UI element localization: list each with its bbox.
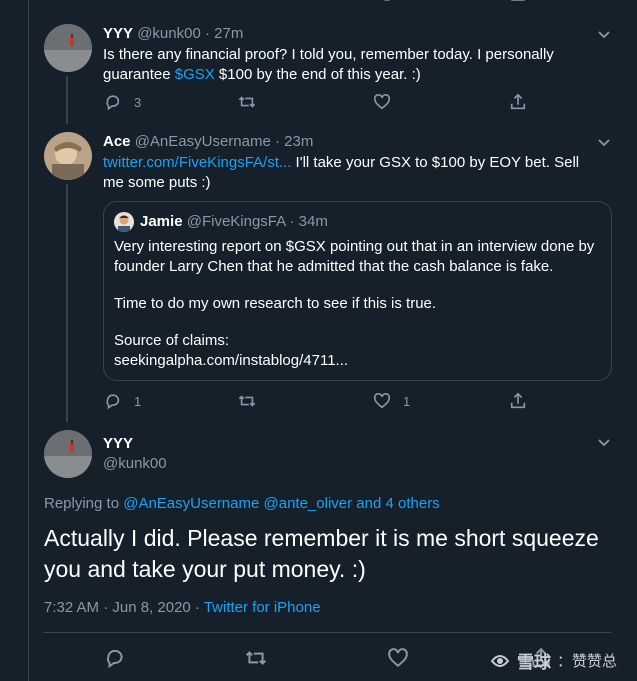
- avatar[interactable]: [44, 24, 92, 72]
- like-count: 1: [403, 393, 411, 409]
- reply-icon: [106, 95, 120, 111]
- retweet-button[interactable]: [238, 392, 256, 410]
- handle[interactable]: @kunk00: [137, 25, 201, 42]
- chevron-down-icon[interactable]: [597, 28, 611, 42]
- reply-button[interactable]: 1: [104, 392, 141, 410]
- quoted-paragraph: seekingalpha.com/instablog/4711...: [114, 352, 349, 369]
- tweet-header: Ace @AnEasyUsername · 23m: [103, 133, 313, 150]
- like-button[interactable]: [373, 93, 391, 111]
- share-button[interactable]: [509, 93, 527, 111]
- separator: ·: [275, 133, 280, 150]
- replying-to: Replying to @AnEasyUsername @ante_oliver…: [44, 495, 440, 512]
- reply-count: 1: [134, 393, 142, 409]
- quoted-paragraph: Very interesting report on $GSX pointing…: [114, 238, 595, 275]
- chevron-down-icon[interactable]: [597, 136, 611, 150]
- divider: [43, 632, 611, 633]
- like-button[interactable]: 1: [373, 392, 410, 410]
- share-button[interactable]: [509, 392, 527, 410]
- quoted-paragraph: Source of claims:: [114, 332, 230, 349]
- display-name[interactable]: YYY: [103, 25, 133, 42]
- quoted-tweet-card[interactable]: Jamie @FiveKingsFA · 34m Very interestin…: [103, 201, 612, 381]
- watermark-suffix: ：赞赞总: [556, 653, 617, 670]
- display-name[interactable]: Jamie: [140, 213, 183, 230]
- share-icon: [510, 93, 526, 110]
- quoted-header: Jamie @FiveKingsFA · 34m: [140, 213, 328, 230]
- handle[interactable]: @AnEasyUsername: [135, 133, 271, 150]
- client-link[interactable]: Twitter for iPhone: [204, 599, 321, 616]
- heart-icon: [373, 392, 391, 409]
- timestamp[interactable]: 27m: [214, 25, 243, 42]
- others-link[interactable]: 4 others: [385, 495, 439, 512]
- watermark-brand: 雪球: [516, 653, 551, 672]
- replying-users-link[interactable]: @AnEasyUsername @ante_oliver: [123, 495, 352, 512]
- avatar[interactable]: [44, 132, 92, 180]
- snowball-logo-icon: [490, 654, 510, 667]
- retweet-icon: [238, 395, 256, 407]
- retweet-icon: [245, 651, 267, 665]
- like-button[interactable]: [387, 647, 409, 669]
- handle: @FiveKingsFA: [186, 213, 286, 230]
- separator: ·: [289, 213, 295, 230]
- retweet-icon: [238, 96, 256, 108]
- reply-icon: [107, 649, 123, 669]
- reply-icon: [106, 394, 120, 410]
- quoted-text: Very interesting report on $GSX pointing…: [114, 237, 599, 371]
- separator: ·: [204, 25, 210, 42]
- cashtag-link[interactable]: $GSX: [175, 66, 215, 83]
- quoted-tweet-link[interactable]: twitter.com/FiveKingsFA/st...: [103, 154, 291, 171]
- heart-icon: [388, 648, 408, 667]
- reply-button[interactable]: 3: [104, 93, 141, 111]
- display-name[interactable]: YYY: [103, 435, 133, 452]
- display-name[interactable]: Ace: [103, 133, 131, 150]
- watermark: 雪球 ：赞赞总: [489, 648, 617, 673]
- timestamp: 34m: [298, 213, 328, 230]
- timestamp[interactable]: 23m: [284, 133, 313, 150]
- tweet-timestamp: 7:32 AM · Jun 8, 2020 · Twitter for iPho…: [44, 599, 321, 616]
- focused-tweet-text: Actually I did. Please remember it is me…: [44, 525, 599, 582]
- handle[interactable]: @kunk00: [103, 455, 167, 472]
- quoted-paragraph: Time to do my own research to see if thi…: [114, 295, 437, 312]
- tweet-yyy-1[interactable]: YYY @kunk00 · 27m Is there any financial…: [0, 0, 637, 120]
- tweet-text: Is there any financial proof? I told you…: [103, 46, 554, 83]
- avatar[interactable]: [114, 212, 134, 232]
- retweet-button[interactable]: [238, 93, 256, 111]
- avatar[interactable]: [44, 430, 92, 478]
- heart-icon: [373, 93, 391, 110]
- tweet-header: YYY @kunk00 · 27m: [103, 25, 243, 42]
- reply-button[interactable]: [104, 647, 126, 669]
- chevron-down-icon[interactable]: [597, 436, 611, 450]
- retweet-button[interactable]: [245, 647, 267, 669]
- tweet-text: twitter.com/FiveKingsFA/st... I'll take …: [103, 154, 580, 191]
- reply-count: 3: [134, 94, 142, 110]
- share-icon: [510, 392, 526, 409]
